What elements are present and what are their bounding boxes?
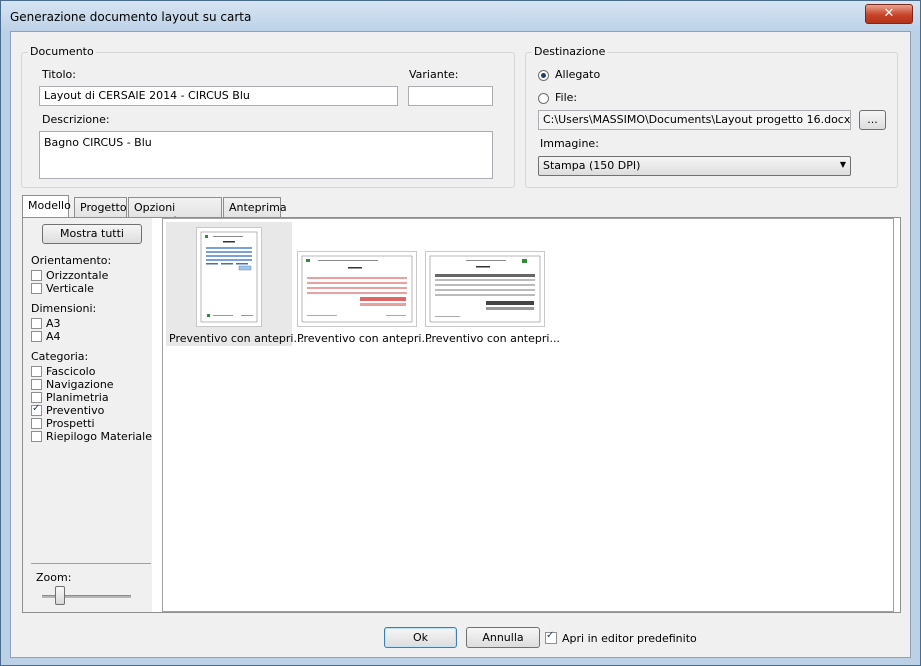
dialog-window: Generazione documento layout su carta ✕ … — [0, 0, 921, 666]
checkbox-label: Prospetti — [46, 417, 95, 430]
checkbox-label: A3 — [46, 317, 61, 330]
template-item[interactable]: Preventivo con antepri... — [422, 222, 560, 346]
descrizione-textarea[interactable]: Bagno CIRCUS - Blu — [39, 131, 493, 179]
show-all-button[interactable]: Mostra tutti — [42, 224, 142, 244]
zoom-divider — [31, 563, 151, 564]
checkbox-label: Fascicolo — [46, 365, 96, 378]
filter-pane: Mostra tutti Orientamento: Orizzontale V… — [23, 218, 152, 612]
template-item[interactable]: Preventivo con antepri... — [294, 222, 432, 346]
template-label: Preventivo con antepri... — [297, 332, 432, 345]
tab-modello[interactable]: Modello — [22, 195, 71, 217]
categoria-label: Categoria: — [31, 350, 89, 363]
destinazione-legend: Destinazione — [532, 45, 608, 58]
checkbox-box — [545, 630, 557, 644]
chevron-down-icon: ▼ — [839, 160, 846, 169]
apri-editor-checkbox[interactable]: Apri in editor predefinito — [545, 630, 725, 646]
destinazione-group: Destinazione Allegato File: C:\Users\MAS… — [525, 45, 898, 188]
checkbox-box — [31, 431, 42, 442]
zoom-slider-thumb[interactable] — [55, 586, 65, 605]
apri-editor-label: Apri in editor predefinito — [562, 632, 697, 645]
documento-group: Documento Titolo: Layout di CERSAIE 2014… — [21, 45, 515, 188]
dialog-client: Documento Titolo: Layout di CERSAIE 2014… — [10, 31, 911, 658]
portrait-preview-icon — [200, 231, 258, 323]
checkbox-box — [31, 318, 42, 329]
landscape-red-preview-icon — [301, 255, 413, 323]
tab-progetto[interactable]: Progetto — [74, 197, 127, 217]
documento-legend: Documento — [28, 45, 96, 58]
immagine-select-value: Stampa (150 DPI) — [543, 159, 641, 172]
checkbox-label: Riepilogo Materiale — [46, 430, 152, 443]
file-path-input[interactable]: C:\Users\MASSIMO\Documents\Layout proget… — [538, 110, 851, 130]
checkbox-label: Navigazione — [46, 378, 114, 391]
checkbox-label: A4 — [46, 330, 61, 343]
template-label: Preventivo con antepri... — [425, 332, 560, 345]
checkbox-box — [31, 283, 42, 294]
tab-anteprima[interactable]: Anteprima — [223, 197, 287, 217]
checkbox-box — [31, 331, 42, 342]
checkbox-box — [31, 366, 42, 377]
browse-button[interactable]: ... — [859, 110, 886, 130]
zoom-label: Zoom: — [36, 571, 72, 584]
variante-label: Variante: — [409, 68, 459, 81]
checkbox-box — [31, 403, 42, 416]
dimensioni-label: Dimensioni: — [31, 302, 97, 315]
checkbox-label: Planimetria — [46, 391, 109, 404]
immagine-select[interactable]: Stampa (150 DPI) ▼ — [538, 156, 851, 176]
checkbox-label: Verticale — [46, 282, 94, 295]
checkbox-label: Orizzontale — [46, 269, 109, 282]
template-gallery: Preventivo con antepri... Preventivo con… — [162, 218, 894, 612]
template-label: Preventivo con antepri... — [169, 332, 304, 345]
allegato-radio[interactable] — [538, 70, 549, 81]
template-thumbnail — [196, 227, 262, 327]
title-bar[interactable]: Generazione documento layout su carta ✕ — [1, 1, 920, 31]
titolo-label: Titolo: — [42, 68, 76, 81]
close-button[interactable]: ✕ — [865, 4, 913, 24]
close-icon: ✕ — [883, 6, 895, 21]
titolo-input[interactable]: Layout di CERSAIE 2014 - CIRCUS Blu — [39, 86, 398, 106]
annulla-button[interactable]: Annulla — [466, 627, 540, 648]
modello-tab-panel: Mostra tutti Orientamento: Orizzontale V… — [22, 217, 901, 613]
tab-strip: Modello Progetto Opzioni avanzate Antepr… — [22, 195, 422, 227]
landscape-gray-preview-icon — [429, 255, 541, 323]
template-item[interactable]: Preventivo con antepri... — [166, 222, 304, 346]
checkbox-box — [31, 392, 42, 403]
file-label: File: — [555, 91, 578, 104]
checkbox-label: Preventivo — [46, 404, 105, 417]
allegato-label: Allegato — [555, 68, 601, 81]
file-radio[interactable] — [538, 93, 549, 104]
window-title: Generazione documento layout su carta — [10, 10, 252, 24]
checkbox-box — [31, 270, 42, 281]
checkbox-box — [31, 418, 42, 429]
checkbox-box — [31, 379, 42, 390]
orientamento-label: Orientamento: — [31, 254, 112, 267]
ok-button[interactable]: Ok — [384, 627, 457, 648]
variante-input[interactable] — [408, 86, 493, 106]
descrizione-label: Descrizione: — [42, 113, 110, 126]
tab-opzioni-avanzate[interactable]: Opzioni avanzate — [128, 197, 222, 227]
immagine-label: Immagine: — [540, 137, 599, 150]
template-thumbnail — [297, 251, 417, 327]
template-thumbnail — [425, 251, 545, 327]
